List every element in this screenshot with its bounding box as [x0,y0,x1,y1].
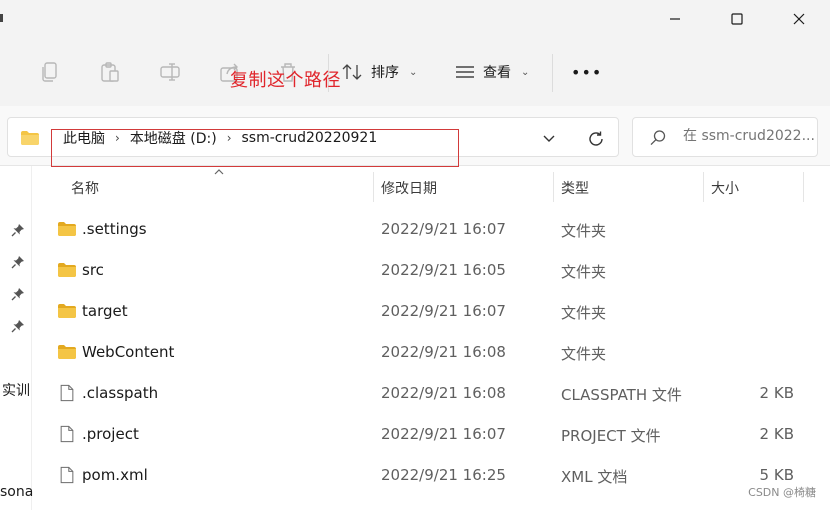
column-size[interactable]: 大小 [711,178,739,198]
sort-icon [342,64,362,80]
file-modified: 2022/9/21 16:25 [381,466,506,484]
file-size: 2 KB [759,425,794,443]
view-icon [456,66,474,78]
file-type: PROJECT 文件 [561,427,661,445]
left-edge-fragment [0,14,3,22]
table-row[interactable]: target 2022/9/21 16:07 文件夹 [33,290,830,331]
folder-icon [58,263,76,277]
command-bar: 排序 ⌄ 查看 ⌄ ••• [0,48,830,96]
file-modified: 2022/9/21 16:08 [381,384,506,402]
pin-icon[interactable] [11,255,25,269]
pin-icon[interactable] [11,287,25,301]
more-icon: ••• [571,62,603,82]
file-name: target [82,302,128,320]
breadcrumb-item-disk-d[interactable]: 本地磁盘 (D:) [130,128,217,148]
column-divider[interactable] [373,172,374,202]
sort-button[interactable]: 排序 ⌄ [341,58,417,86]
breadcrumb-item-this-pc[interactable]: 此电脑 [63,128,105,148]
column-divider[interactable] [703,172,704,202]
table-row[interactable]: .project 2022/9/21 16:07 PROJECT 文件 2 KB [33,413,830,454]
refresh-icon [589,131,603,146]
file-name: WebContent [82,343,175,361]
table-row[interactable]: WebContent 2022/9/21 16:08 文件夹 [33,331,830,372]
annotation-text: 复制这个路径 [230,70,341,91]
file-type: CLASSPATH 文件 [561,386,682,404]
file-modified: 2022/9/21 16:07 [381,302,506,320]
maximize-icon [731,13,743,25]
column-divider[interactable] [803,172,804,202]
table-row[interactable]: src 2022/9/21 16:05 文件夹 [33,249,830,290]
refresh-button[interactable] [585,128,607,150]
file-name: .project [82,425,139,443]
sort-ascending-icon [214,169,224,175]
column-header-row: 名称 修改日期 类型 大小 [33,166,830,208]
sort-label: 排序 [371,65,399,81]
file-name: .classpath [82,384,159,402]
breadcrumb-item-current-folder[interactable]: ssm-crud20220921 [242,130,378,146]
file-type: XML 文档 [561,468,628,486]
search-box[interactable] [632,117,818,157]
column-modified[interactable]: 修改日期 [381,178,437,198]
search-input[interactable] [683,128,815,144]
rename-icon [160,63,180,81]
file-name: src [82,261,104,279]
rename-button[interactable] [158,60,182,84]
file-name: pom.xml [82,466,148,484]
copy-icon [42,62,57,82]
minimize-icon [670,18,680,20]
close-icon [793,13,805,25]
file-icon [60,425,74,443]
view-button[interactable]: 查看 ⌄ [455,58,529,86]
column-name[interactable]: 名称 [71,178,99,198]
file-type: 文件夹 [561,304,607,322]
copy-button[interactable] [38,60,62,84]
file-type: 文件夹 [561,263,607,281]
folder-icon [20,130,40,150]
toolbar-divider [552,54,553,92]
search-icon [649,129,667,151]
column-divider[interactable] [553,172,554,202]
close-button[interactable] [768,0,830,38]
minimize-button[interactable] [644,0,706,38]
table-row[interactable]: .settings 2022/9/21 16:07 文件夹 [33,208,830,249]
column-type[interactable]: 类型 [561,178,589,198]
file-size: 2 KB [759,384,794,402]
address-history-dropdown[interactable] [540,130,558,148]
file-type: 文件夹 [561,222,607,240]
pin-icon[interactable] [11,223,25,237]
window-controls [644,0,830,38]
file-modified: 2022/9/21 16:08 [381,343,506,361]
folder-icon [58,304,76,318]
paste-icon [101,62,119,82]
file-size: 5 KB [759,466,794,484]
address-bar[interactable]: 此电脑 › 本地磁盘 (D:) › ssm-crud20220921 [7,117,619,167]
file-icon [60,384,74,402]
maximize-button[interactable] [706,0,768,38]
pin-icon[interactable] [11,319,25,333]
folder-icon [58,345,76,359]
table-row[interactable]: .classpath 2022/9/21 16:08 CLASSPATH 文件 … [33,372,830,413]
breadcrumb: 此电脑 › 本地磁盘 (D:) › ssm-crud20220921 [63,128,377,148]
nav-item-shixun[interactable]: 实训 [2,380,30,400]
address-row: 此电脑 › 本地磁盘 (D:) › ssm-crud20220921 [0,106,830,167]
file-modified: 2022/9/21 16:07 [381,425,506,443]
chevron-right-icon[interactable]: › [115,131,120,145]
more-options-button[interactable]: ••• [571,58,602,86]
watermark: CSDN @椅糖 [748,486,816,499]
navigation-pane: 实训 sona [0,166,33,510]
file-icon [60,466,74,484]
paste-button[interactable] [98,60,122,84]
table-row[interactable]: pom.xml 2022/9/21 16:25 XML 文档 5 KB [33,454,830,495]
file-type: 文件夹 [561,345,607,363]
chevron-down-icon: ⌄ [521,66,530,78]
view-label: 查看 [483,65,511,81]
file-modified: 2022/9/21 16:05 [381,261,506,279]
nav-item-personal[interactable]: sona [0,484,33,500]
chevron-right-icon[interactable]: › [227,131,232,145]
file-modified: 2022/9/21 16:07 [381,220,506,238]
chevron-down-icon: ⌄ [409,66,418,78]
file-name: .settings [82,220,147,238]
chevron-down-icon [543,135,555,142]
folder-icon [58,222,76,236]
